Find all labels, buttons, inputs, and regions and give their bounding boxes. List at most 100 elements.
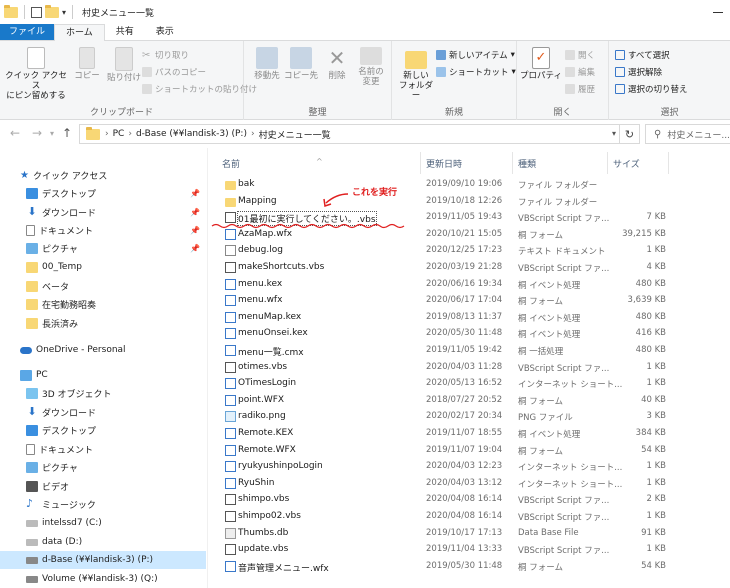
move-to-button[interactable]: 移動先 <box>250 47 284 81</box>
file-row[interactable]: menu.wfx 2020/06/17 17:04 桐 フォーム 3,639 KB <box>210 292 730 309</box>
nav-item-pc-downloads[interactable]: ⬇ ダウンロード <box>0 403 206 421</box>
select-none-button[interactable]: 選択解除 <box>615 66 662 78</box>
minimize-button[interactable] <box>706 0 730 24</box>
file-row[interactable]: point.WFX 2018/07/27 20:52 桐 フォーム 40 KB <box>210 392 730 409</box>
forward-arrow-icon[interactable]: → <box>32 126 42 140</box>
back-arrow-icon[interactable]: ← <box>10 126 20 140</box>
file-row[interactable]: debug.log 2020/12/25 17:23 テキスト ドキュメント 1 KB <box>210 242 730 259</box>
nav-item-beta[interactable]: ベータ <box>0 277 206 295</box>
nav-item-pc-desktop[interactable]: デスクトップ <box>0 421 206 439</box>
file-row[interactable]: shimpo02.vbs 2020/04/08 16:14 VBScript Scr… <box>210 508 730 525</box>
new-shortcut-button[interactable]: ショートカット ▾ <box>436 66 516 78</box>
column-divider[interactable] <box>607 152 608 174</box>
tab-file[interactable]: ファイル <box>0 24 55 40</box>
chevron-down-icon[interactable]: ▾ <box>62 8 66 17</box>
column-date[interactable]: 更新日時 <box>426 157 462 170</box>
delete-button[interactable]: ✕ 削除 <box>322 47 352 81</box>
paste-shortcut-button[interactable]: ショートカットの貼り付け <box>142 83 257 95</box>
network-drive-icon <box>26 556 38 564</box>
nav-item-pc-documents[interactable]: ドキュメント <box>0 440 206 458</box>
address-field[interactable]: › PC › d-Base (¥¥landisk-3) (P:) › 村史メニュ… <box>79 124 640 144</box>
file-row[interactable]: bak 2019/09/10 19:06 ファイル フォルダー <box>210 176 730 193</box>
file-row[interactable]: Mapping 2019/10/18 12:26 ファイル フォルダー <box>210 193 730 210</box>
nav-item-pc-pictures[interactable]: ピクチャ <box>0 458 206 476</box>
file-row[interactable]: otimes.vbs 2020/04/03 11:28 VBScript Scrip… <box>210 359 730 376</box>
open-icon <box>565 50 575 60</box>
nav-item-remote-work[interactable]: 在宅勤務昭奏 <box>0 295 206 313</box>
nav-onedrive[interactable]: OneDrive - Personal <box>0 341 206 359</box>
search-input[interactable]: ⚲ 村史メニュー... <box>645 124 730 144</box>
properties-icon[interactable] <box>31 6 42 18</box>
nav-item-documents[interactable]: ドキュメント 📌 <box>0 221 206 239</box>
file-row[interactable]: AzaMap.wfx 2020/10/21 15:05 桐 フォーム 39,215 K… <box>210 226 730 243</box>
wfx-file-icon <box>225 560 236 572</box>
properties-button[interactable]: ✓ プロパティ <box>519 47 563 81</box>
nav-item-drive-c[interactable]: intelssd7 (C:) <box>0 514 206 532</box>
column-type[interactable]: 種類 <box>518 157 536 170</box>
file-row[interactable]: makeShortcuts.vbs 2020/03/19 21:28 VBScrip… <box>210 259 730 276</box>
column-name[interactable]: 名前 <box>222 157 240 170</box>
refresh-icon[interactable]: ↻ <box>619 125 639 143</box>
delete-label: 削除 <box>328 71 346 81</box>
file-row[interactable]: menuMap.kex 2019/08/13 11:37 桐 イベント処理 480 K… <box>210 309 730 326</box>
new-item-button[interactable]: 新しいアイテム ▾ <box>436 49 515 61</box>
paste-button[interactable]: 貼り付け <box>104 47 144 83</box>
open-button[interactable]: 開く <box>565 49 595 61</box>
pane-divider[interactable] <box>207 148 208 588</box>
nav-item-videos[interactable]: ビデオ <box>0 477 206 495</box>
column-divider[interactable] <box>420 152 421 174</box>
nav-item-downloads[interactable]: ⬇ ダウンロード 📌 <box>0 203 206 221</box>
file-row[interactable]: OTimesLogin 2020/05/13 16:52 インターネット ショート.… <box>210 375 730 392</box>
nav-item-3d-objects[interactable]: 3D オブジェクト <box>0 384 206 402</box>
tab-share[interactable]: 共有 <box>105 24 145 40</box>
nav-item-drive-q[interactable]: Volume (¥¥landisk-3) (Q:) <box>0 570 206 588</box>
file-row[interactable]: RyuShin 2020/04/03 13:12 インターネット ショート... 1 … <box>210 475 730 492</box>
nav-item-drive-p[interactable]: d-Base (¥¥landisk-3) (P:) <box>0 551 206 569</box>
file-row[interactable]: 音声管理メニュー.wfx 2019/05/30 11:48 桐 フォーム 54 KB <box>210 558 730 575</box>
cut-button[interactable]: ✂ 切り取り <box>142 49 189 61</box>
file-row[interactable]: Remote.WFX 2019/11/07 19:04 桐 フォーム 54 KB <box>210 442 730 459</box>
file-row[interactable]: menu.kex 2020/06/16 19:34 桐 イベント処理 480 KB <box>210 276 730 293</box>
nav-item-desktop[interactable]: デスクトップ 📌 <box>0 184 206 202</box>
column-divider[interactable] <box>512 152 513 174</box>
breadcrumb-folder[interactable]: 村史メニュー一覧 <box>259 128 331 141</box>
invert-selection-button[interactable]: 選択の切り替え <box>615 83 688 95</box>
up-arrow-icon[interactable]: ↑ <box>62 126 72 140</box>
column-size[interactable]: サイズ <box>613 157 640 170</box>
file-date: 2020/04/08 16:14 <box>426 494 503 505</box>
file-row[interactable]: radiko.png 2020/02/17 20:34 PNG ファイル 3 KB <box>210 408 730 425</box>
copy-path-button[interactable]: パスのコピー <box>142 66 206 78</box>
edit-button[interactable]: 編集 <box>565 66 595 78</box>
history-button[interactable]: 履歴 <box>565 83 595 95</box>
copy-button[interactable]: コピー <box>70 47 104 81</box>
file-row[interactable]: menuOnsei.kex 2020/05/30 11:48 桐 イベント処理 416… <box>210 325 730 342</box>
file-row[interactable]: menu一覧.cmx 2019/11/05 19:42 桐 一括処理 480 KB <box>210 342 730 359</box>
nav-label: 00_Temp <box>42 262 82 272</box>
file-row[interactable]: shimpo.vbs 2020/04/08 16:14 VBScript Scrip… <box>210 491 730 508</box>
nav-pc[interactable]: PC <box>0 366 206 384</box>
column-divider[interactable] <box>668 152 669 174</box>
select-all-button[interactable]: すべて選択 <box>615 49 670 61</box>
new-folder-icon[interactable] <box>45 4 59 18</box>
file-row[interactable]: 01最初に実行してください。.vbs 2019/11/05 19:43 VBScri… <box>210 209 730 227</box>
new-folder-button[interactable]: 新しい フォルダー <box>396 47 436 101</box>
nav-item-pictures[interactable]: ピクチャ 📌 <box>0 239 206 257</box>
breadcrumb-pc[interactable]: PC <box>113 129 125 139</box>
file-row[interactable]: update.vbs 2019/11/04 13:33 VBScript Scrip… <box>210 541 730 558</box>
nav-item-music[interactable]: ♪ ミュージック <box>0 495 206 513</box>
rename-button[interactable]: 名前の 変更 <box>354 47 388 87</box>
file-row[interactable]: ryukyushinpoLogin 2020/04/03 12:23 インターネット… <box>210 458 730 475</box>
nav-item-nagahama[interactable]: 長浜済み <box>0 314 206 332</box>
nav-item-drive-d[interactable]: data (D:) <box>0 533 206 551</box>
copy-to-button[interactable]: コピー先 <box>284 47 318 81</box>
nav-quick-access[interactable]: ★ クイック アクセス <box>0 166 206 184</box>
recent-chevron-icon[interactable]: ▾ <box>50 129 54 138</box>
nav-item-temp[interactable]: 00_Temp <box>0 258 206 276</box>
file-row[interactable]: Thumbs.db 2019/10/17 17:13 Data Base File 9… <box>210 525 730 542</box>
tab-home[interactable]: ホーム <box>54 24 105 42</box>
pin-to-quick-access-button[interactable]: クイック アクセス にピン留めする <box>4 47 68 101</box>
file-row[interactable]: Remote.KEX 2019/11/07 18:55 桐 イベント処理 384 KB <box>210 425 730 442</box>
breadcrumb-drive[interactable]: d-Base (¥¥landisk-3) (P:) <box>136 129 247 139</box>
tab-view[interactable]: 表示 <box>145 24 185 40</box>
chevron-down-icon[interactable]: ▾ <box>612 129 616 138</box>
